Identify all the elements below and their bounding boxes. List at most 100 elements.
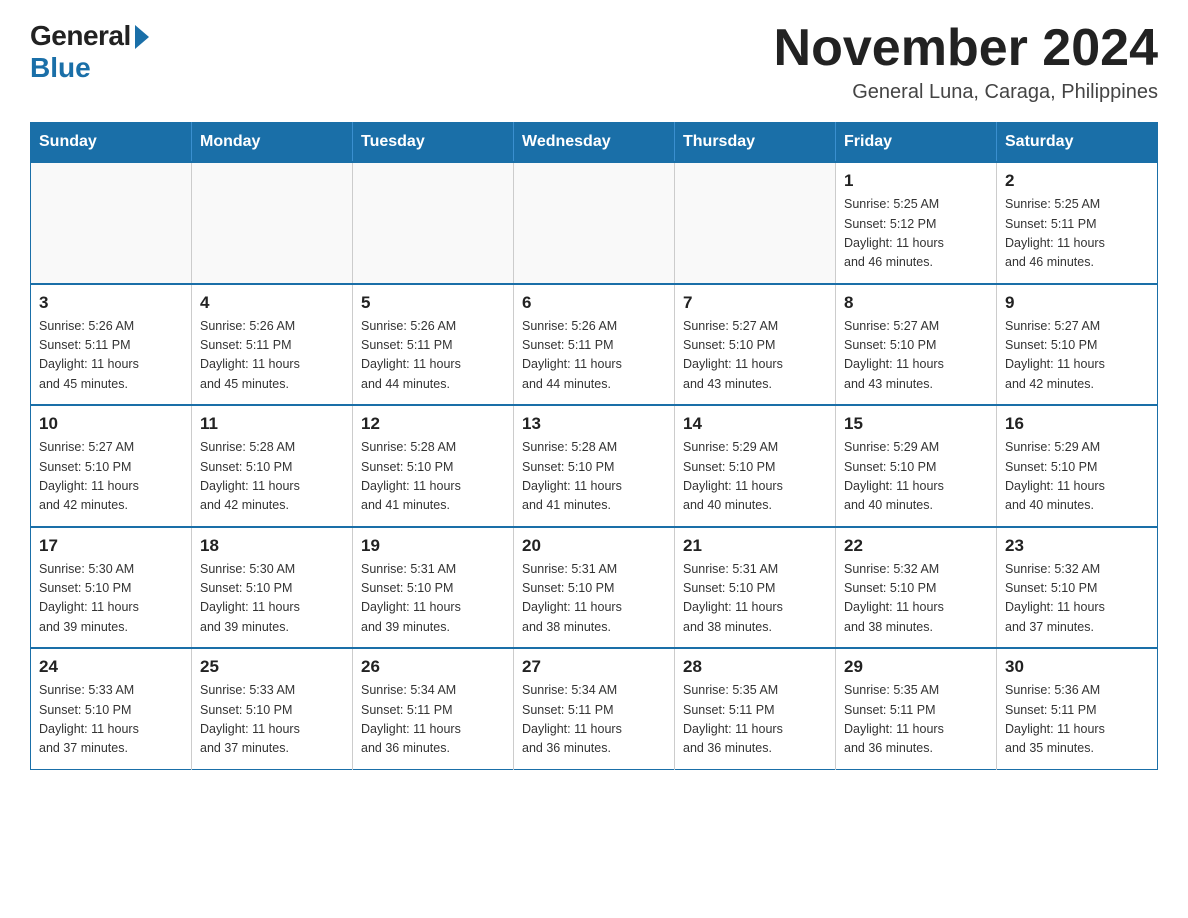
- day-info: Sunrise: 5:33 AM Sunset: 5:10 PM Dayligh…: [39, 681, 183, 759]
- day-info: Sunrise: 5:27 AM Sunset: 5:10 PM Dayligh…: [683, 317, 827, 395]
- calendar-cell: [675, 162, 836, 284]
- day-info: Sunrise: 5:36 AM Sunset: 5:11 PM Dayligh…: [1005, 681, 1149, 759]
- day-info: Sunrise: 5:27 AM Sunset: 5:10 PM Dayligh…: [844, 317, 988, 395]
- calendar-cell: 10 Sunrise: 5:27 AM Sunset: 5:10 PM Dayli…: [31, 405, 192, 527]
- day-number: 24: [39, 657, 183, 677]
- day-number: 25: [200, 657, 344, 677]
- day-number: 13: [522, 414, 666, 434]
- calendar-cell: 26 Sunrise: 5:34 AM Sunset: 5:11 PM Dayli…: [353, 648, 514, 769]
- day-number: 6: [522, 293, 666, 313]
- title-area: November 2024 General Luna, Caraga, Phil…: [774, 20, 1158, 104]
- calendar-cell: 24 Sunrise: 5:33 AM Sunset: 5:10 PM Dayli…: [31, 648, 192, 769]
- logo-arrow-icon: [135, 25, 149, 49]
- calendar-week-row: 10 Sunrise: 5:27 AM Sunset: 5:10 PM Dayli…: [31, 405, 1158, 527]
- weekday-header-saturday: Saturday: [997, 123, 1158, 163]
- calendar-cell: 6 Sunrise: 5:26 AM Sunset: 5:11 PM Daylig…: [514, 284, 675, 406]
- calendar-cell: 27 Sunrise: 5:34 AM Sunset: 5:11 PM Dayli…: [514, 648, 675, 769]
- calendar-week-row: 1 Sunrise: 5:25 AM Sunset: 5:12 PM Daylig…: [31, 162, 1158, 284]
- day-info: Sunrise: 5:30 AM Sunset: 5:10 PM Dayligh…: [39, 560, 183, 638]
- calendar-cell: 29 Sunrise: 5:35 AM Sunset: 5:11 PM Dayli…: [836, 648, 997, 769]
- calendar-cell: 13 Sunrise: 5:28 AM Sunset: 5:10 PM Dayli…: [514, 405, 675, 527]
- day-number: 18: [200, 536, 344, 556]
- day-number: 19: [361, 536, 505, 556]
- day-number: 27: [522, 657, 666, 677]
- day-info: Sunrise: 5:31 AM Sunset: 5:10 PM Dayligh…: [361, 560, 505, 638]
- day-number: 5: [361, 293, 505, 313]
- calendar-cell: 15Sunrise: 5:29 AM Sunset: 5:10 PM Dayli…: [836, 405, 997, 527]
- month-title: November 2024: [774, 20, 1158, 77]
- day-info: Sunrise: 5:26 AM Sunset: 5:11 PM Dayligh…: [39, 317, 183, 395]
- day-info: Sunrise: 5:25 AM Sunset: 5:11 PM Dayligh…: [1005, 195, 1149, 273]
- calendar-week-row: 17Sunrise: 5:30 AM Sunset: 5:10 PM Dayli…: [31, 527, 1158, 649]
- calendar-cell: [192, 162, 353, 284]
- day-info: Sunrise: 5:30 AM Sunset: 5:10 PM Dayligh…: [200, 560, 344, 638]
- weekday-header-sunday: Sunday: [31, 123, 192, 163]
- day-number: 29: [844, 657, 988, 677]
- calendar-week-row: 3 Sunrise: 5:26 AM Sunset: 5:11 PM Daylig…: [31, 284, 1158, 406]
- calendar-table: SundayMondayTuesdayWednesdayThursdayFrid…: [30, 122, 1158, 770]
- day-info: Sunrise: 5:29 AM Sunset: 5:10 PM Dayligh…: [683, 438, 827, 516]
- day-info: Sunrise: 5:26 AM Sunset: 5:11 PM Dayligh…: [361, 317, 505, 395]
- header: General Blue November 2024 General Luna,…: [30, 20, 1158, 104]
- calendar-cell: [514, 162, 675, 284]
- calendar-cell: 20Sunrise: 5:31 AM Sunset: 5:10 PM Dayli…: [514, 527, 675, 649]
- day-number: 1: [844, 171, 988, 191]
- day-info: Sunrise: 5:33 AM Sunset: 5:10 PM Dayligh…: [200, 681, 344, 759]
- calendar-cell: 4Sunrise: 5:26 AM Sunset: 5:11 PM Daylig…: [192, 284, 353, 406]
- calendar-cell: 17Sunrise: 5:30 AM Sunset: 5:10 PM Dayli…: [31, 527, 192, 649]
- calendar-cell: 5 Sunrise: 5:26 AM Sunset: 5:11 PM Daylig…: [353, 284, 514, 406]
- weekday-header-monday: Monday: [192, 123, 353, 163]
- calendar-cell: 7 Sunrise: 5:27 AM Sunset: 5:10 PM Daylig…: [675, 284, 836, 406]
- day-info: Sunrise: 5:35 AM Sunset: 5:11 PM Dayligh…: [683, 681, 827, 759]
- calendar-cell: 30 Sunrise: 5:36 AM Sunset: 5:11 PM Dayli…: [997, 648, 1158, 769]
- day-info: Sunrise: 5:34 AM Sunset: 5:11 PM Dayligh…: [361, 681, 505, 759]
- calendar-cell: 12Sunrise: 5:28 AM Sunset: 5:10 PM Dayli…: [353, 405, 514, 527]
- day-info: Sunrise: 5:26 AM Sunset: 5:11 PM Dayligh…: [522, 317, 666, 395]
- calendar-cell: 14 Sunrise: 5:29 AM Sunset: 5:10 PM Dayli…: [675, 405, 836, 527]
- calendar-week-row: 24 Sunrise: 5:33 AM Sunset: 5:10 PM Dayli…: [31, 648, 1158, 769]
- calendar-cell: 1 Sunrise: 5:25 AM Sunset: 5:12 PM Daylig…: [836, 162, 997, 284]
- day-number: 21: [683, 536, 827, 556]
- calendar-cell: 2 Sunrise: 5:25 AM Sunset: 5:11 PM Daylig…: [997, 162, 1158, 284]
- day-number: 9: [1005, 293, 1149, 313]
- subtitle: General Luna, Caraga, Philippines: [774, 81, 1158, 104]
- day-info: Sunrise: 5:35 AM Sunset: 5:11 PM Dayligh…: [844, 681, 988, 759]
- calendar-cell: 16 Sunrise: 5:29 AM Sunset: 5:10 PM Dayli…: [997, 405, 1158, 527]
- weekday-header-tuesday: Tuesday: [353, 123, 514, 163]
- day-info: Sunrise: 5:31 AM Sunset: 5:10 PM Dayligh…: [683, 560, 827, 638]
- logo-blue-text: Blue: [30, 52, 91, 84]
- calendar-cell: 25 Sunrise: 5:33 AM Sunset: 5:10 PM Dayli…: [192, 648, 353, 769]
- calendar-cell: 19 Sunrise: 5:31 AM Sunset: 5:10 PM Dayli…: [353, 527, 514, 649]
- day-number: 22: [844, 536, 988, 556]
- day-number: 7: [683, 293, 827, 313]
- day-number: 30: [1005, 657, 1149, 677]
- day-number: 16: [1005, 414, 1149, 434]
- calendar-cell: 23Sunrise: 5:32 AM Sunset: 5:10 PM Dayli…: [997, 527, 1158, 649]
- day-number: 2: [1005, 171, 1149, 191]
- day-info: Sunrise: 5:27 AM Sunset: 5:10 PM Dayligh…: [39, 438, 183, 516]
- day-info: Sunrise: 5:34 AM Sunset: 5:11 PM Dayligh…: [522, 681, 666, 759]
- day-number: 14: [683, 414, 827, 434]
- day-number: 3: [39, 293, 183, 313]
- weekday-header-thursday: Thursday: [675, 123, 836, 163]
- day-info: Sunrise: 5:29 AM Sunset: 5:10 PM Dayligh…: [1005, 438, 1149, 516]
- weekday-header-friday: Friday: [836, 123, 997, 163]
- day-info: Sunrise: 5:28 AM Sunset: 5:10 PM Dayligh…: [522, 438, 666, 516]
- day-info: Sunrise: 5:29 AM Sunset: 5:10 PM Dayligh…: [844, 438, 988, 516]
- day-number: 20: [522, 536, 666, 556]
- day-number: 23: [1005, 536, 1149, 556]
- day-number: 10: [39, 414, 183, 434]
- calendar-cell: 9Sunrise: 5:27 AM Sunset: 5:10 PM Daylig…: [997, 284, 1158, 406]
- day-info: Sunrise: 5:28 AM Sunset: 5:10 PM Dayligh…: [200, 438, 344, 516]
- calendar-cell: 8Sunrise: 5:27 AM Sunset: 5:10 PM Daylig…: [836, 284, 997, 406]
- day-info: Sunrise: 5:25 AM Sunset: 5:12 PM Dayligh…: [844, 195, 988, 273]
- day-number: 4: [200, 293, 344, 313]
- weekday-row: SundayMondayTuesdayWednesdayThursdayFrid…: [31, 123, 1158, 163]
- day-number: 26: [361, 657, 505, 677]
- calendar-cell: [31, 162, 192, 284]
- calendar-cell: [353, 162, 514, 284]
- weekday-header-wednesday: Wednesday: [514, 123, 675, 163]
- calendar-body: 1 Sunrise: 5:25 AM Sunset: 5:12 PM Daylig…: [31, 162, 1158, 769]
- day-number: 11: [200, 414, 344, 434]
- day-number: 28: [683, 657, 827, 677]
